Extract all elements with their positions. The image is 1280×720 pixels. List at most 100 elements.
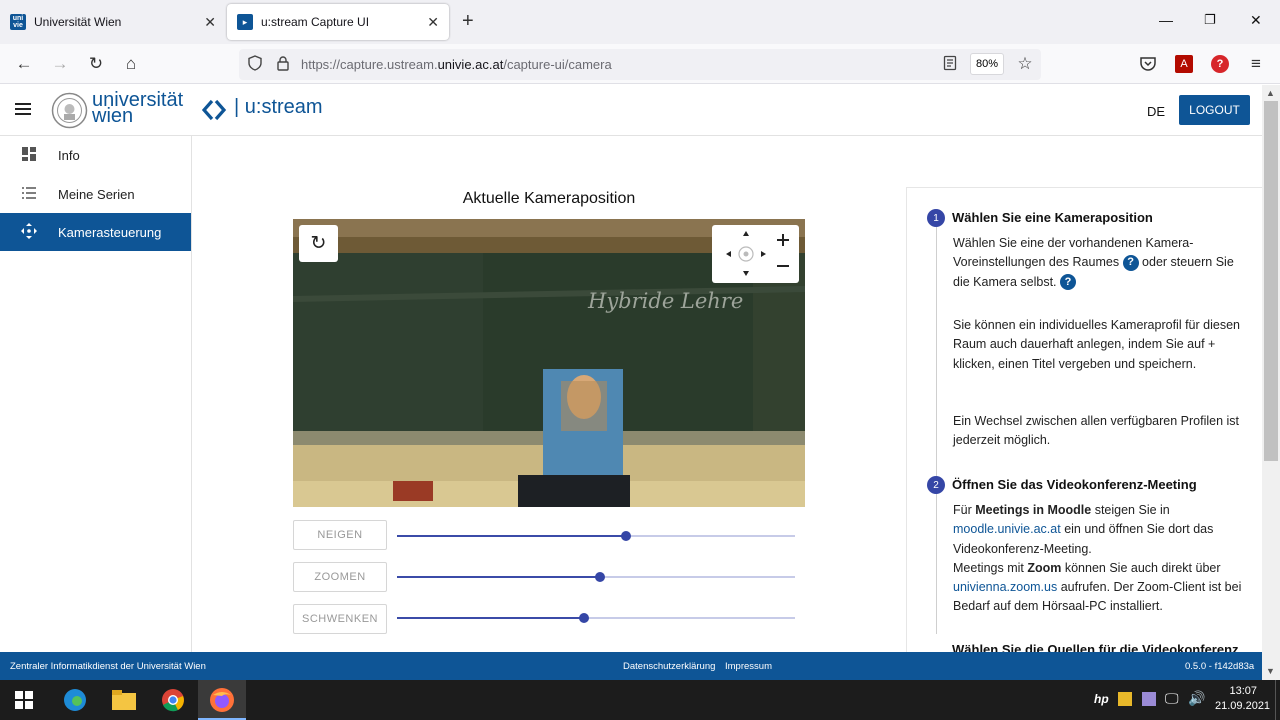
univie-logo-text: universität wien [92,90,183,126]
pan-slider[interactable] [397,613,795,623]
lock-icon[interactable] [276,55,290,71]
moodle-link[interactable]: moodle.univie.ac.at [953,522,1061,536]
home-position-icon[interactable] [739,247,753,261]
url-prefix: https://capture.ustream. [301,57,438,72]
bookmark-star-icon[interactable]: ☆ [1013,53,1037,75]
extension-icon[interactable]: ? [1211,55,1229,73]
browser-tab-univie[interactable]: uni vie Universität Wien ✕ [0,0,226,44]
window-close-icon[interactable]: ✕ [1250,12,1262,29]
slider-knob[interactable] [594,572,605,582]
clock[interactable]: 13:07 21.09.2021 [1215,684,1270,714]
ustream-logo-icon [201,99,230,121]
step-number: 2 [927,476,945,494]
pan-label: SCHWENKEN [293,604,387,634]
scroll-down-icon[interactable]: ▼ [1266,666,1275,676]
text: Meetings mit [953,560,1024,575]
text-bold: Zoom [1027,560,1062,575]
language-switch[interactable]: DE [1147,104,1165,119]
home-icon[interactable]: ⌂ [119,53,143,75]
ptz-control [712,225,799,283]
step1-text-1: Wählen Sie eine der vorhandenen Kamera-V… [953,234,1245,292]
dashboard-icon [0,146,58,164]
step1-text-2: Sie können ein individuelles Kameraprofi… [953,318,1240,371]
file-explorer-icon[interactable] [110,686,138,714]
help-icon[interactable]: ? [1060,274,1077,291]
menu-icon[interactable]: ≡ [1244,53,1268,75]
app-name: | u:stream [234,96,323,118]
url-text[interactable]: https://capture.ustream.univie.ac.at/cap… [301,57,612,72]
reload-icon[interactable]: ↻ [84,53,108,75]
step1-text-3: Ein Wechsel zwischen allen verfügbaren P… [953,414,1240,448]
tilt-down-icon[interactable] [739,268,753,282]
close-tab-icon[interactable]: ✕ [427,14,439,31]
tab-label: Universität Wien [34,15,122,29]
footer-left: Zentraler Informatikdienst der Universit… [10,661,206,672]
zoom-level[interactable]: 80% [970,53,1004,75]
back-icon[interactable]: ← [12,53,36,75]
refresh-camera-button[interactable]: ↻ [299,225,338,262]
tilt-slider[interactable] [397,531,795,541]
camera-title: Aktuelle Kameraposition [462,190,636,207]
sidebar-item-label: Kamerasteuerung [58,224,162,240]
text-bold: Meetings in Moodle [975,503,1092,517]
shield-icon[interactable] [247,55,263,71]
reader-view-icon[interactable] [942,55,958,71]
volume-icon[interactable]: 🔊 [1188,690,1205,707]
tray-security-icon[interactable] [1118,692,1132,706]
show-desktop-button[interactable] [1275,680,1280,720]
slider-fill [397,535,626,537]
zoom-out-icon[interactable] [775,258,793,276]
slider-knob[interactable] [620,531,631,541]
app-footer: Zentraler Informatikdienst der Universit… [0,652,1262,680]
firefox-icon[interactable] [208,686,236,714]
sidebar-item-info[interactable]: Info [0,136,191,174]
tray-app-icon[interactable] [1142,692,1156,706]
chrome-icon[interactable] [159,686,187,714]
logout-button[interactable]: LOGOUT [1179,95,1250,125]
slider-knob[interactable] [579,613,590,623]
minimize-icon[interactable]: — [1159,12,1173,28]
text: steigen Sie in [1094,503,1170,517]
hp-icon[interactable]: hp [1094,692,1109,706]
sidebar-item-meine-serien[interactable]: Meine Serien [0,175,191,213]
tilt-label: NEIGEN [293,520,387,550]
imprint-link[interactable]: Impressum [725,661,772,672]
step-number: 1 [927,209,945,227]
pan-left-icon[interactable] [722,247,736,261]
move-arrows-icon [0,222,58,242]
step-title: Öffnen Sie das Videokonferenz-Meeting [952,477,1197,492]
windows-taskbar [0,680,1280,720]
pdf-extension-icon[interactable]: A [1175,55,1193,73]
restore-icon[interactable]: ❐ [1204,12,1216,28]
sidebar-item-kamerasteuerung[interactable]: Kamerasteuerung [0,213,191,251]
zoom-link[interactable]: univienna.zoom.us [953,580,1057,594]
university-seal-logo [51,92,88,129]
scroll-up-icon[interactable]: ▲ [1266,88,1275,98]
zoom-slider[interactable] [397,572,795,582]
sidebar-item-label: Meine Serien [58,186,135,202]
close-tab-icon[interactable]: ✕ [204,14,216,31]
forward-icon[interactable]: → [48,53,72,75]
tilt-up-icon[interactable] [739,225,753,239]
new-tab-icon[interactable]: + [462,10,474,33]
sidebar-item-label: Info [58,147,80,163]
tab-label: u:stream Capture UI [261,15,370,29]
scrollbar-thumb[interactable] [1264,101,1278,461]
network-icon[interactable]: 🖵 [1165,690,1179,707]
pocket-icon[interactable] [1139,55,1157,73]
browser-tab-ustream[interactable]: ▸ u:stream Capture UI ✕ [227,4,449,40]
text: Für [953,503,972,517]
text: können Sie auch direkt über [1064,560,1221,575]
refresh-icon: ↻ [310,233,327,254]
zoom-in-icon[interactable] [775,232,793,250]
version-text: 0.5.0 - f142d83a [1185,661,1255,672]
edge-icon[interactable] [61,686,89,714]
windows-start-icon[interactable] [10,686,38,714]
slider-fill [397,576,600,578]
hamburger-icon[interactable] [14,101,32,117]
zoom-label: ZOOMEN [293,562,387,592]
privacy-link[interactable]: Datenschutzerklärung [623,661,715,672]
pan-right-icon[interactable] [757,247,771,261]
help-icon[interactable]: ? [1122,255,1139,271]
slider-fill [397,617,585,619]
